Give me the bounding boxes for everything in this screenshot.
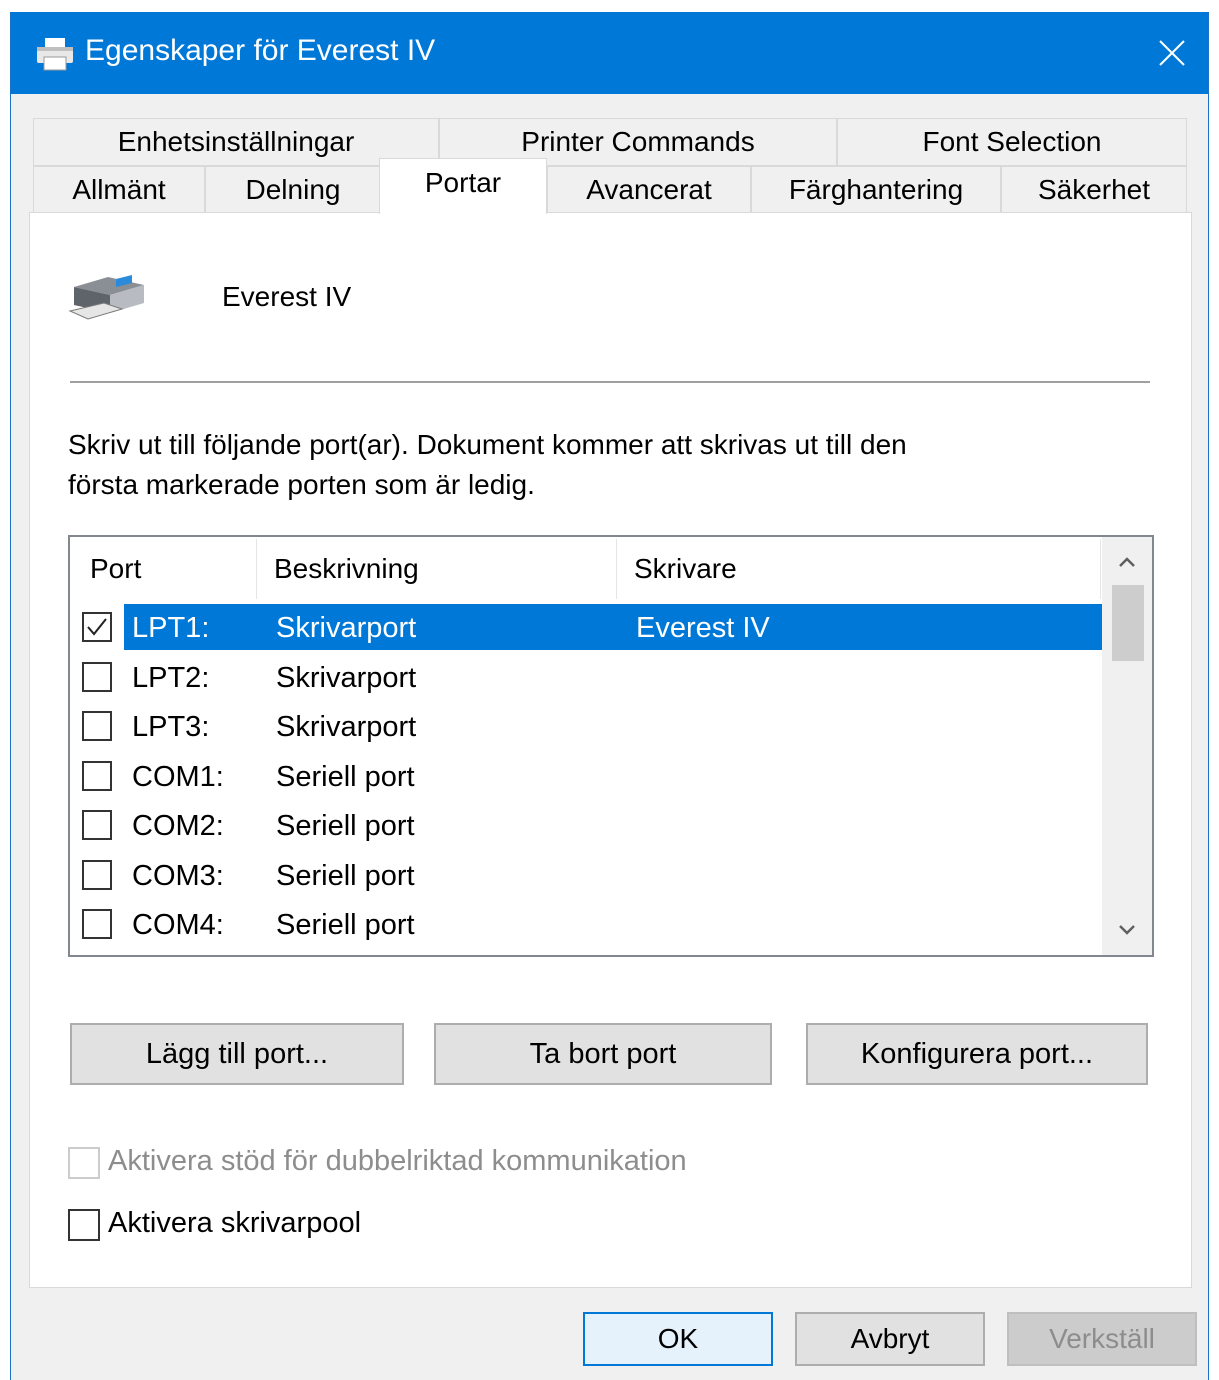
port-checkbox-lpt2[interactable] [82, 662, 112, 692]
port-description: Skriv ut till följande port(ar). Dokumen… [68, 425, 1128, 505]
port-description-cell: Seriell port [276, 859, 415, 892]
bidirectional-checkbox[interactable] [68, 1147, 100, 1179]
tab-sakerhet[interactable]: Säkerhet [1001, 166, 1187, 214]
checkmark-icon [87, 618, 107, 636]
port-row-lpt2[interactable]: LPT2: Skrivarport [70, 653, 1100, 703]
scroll-down-button[interactable] [1102, 905, 1152, 955]
printer-pool-label: Aktivera skrivarpool [108, 1207, 362, 1239]
column-header-port[interactable]: Port [90, 537, 256, 601]
printer-pool-checkbox[interactable] [68, 1209, 100, 1241]
tab-font-selection[interactable]: Font Selection [837, 118, 1187, 166]
port-checkbox-lpt1[interactable] [82, 612, 112, 642]
configure-port-button[interactable]: Konfigurera port... [806, 1023, 1148, 1085]
port-row-com4[interactable]: COM4: Seriell port [70, 900, 1100, 950]
chevron-down-icon [1119, 925, 1135, 935]
port-description-cell: Skrivarport [276, 710, 417, 743]
port-name: LPT2: [132, 661, 210, 694]
column-divider[interactable] [616, 539, 617, 599]
tab-delning[interactable]: Delning [205, 166, 381, 214]
port-checkbox-com3[interactable] [82, 860, 112, 890]
tab-avancerat[interactable]: Avancerat [547, 166, 751, 214]
port-row-com2[interactable]: COM2: Seriell port [70, 801, 1100, 851]
port-printer-cell: Everest IV [636, 611, 770, 644]
port-checkbox-lpt3[interactable] [82, 711, 112, 741]
port-list[interactable]: Port Beskrivning Skrivare LPT1: Skrivarp… [68, 535, 1154, 957]
description-line-2: första markerade porten som är ledig. [68, 469, 535, 500]
port-row-com3[interactable]: COM3: Seriell port [70, 851, 1100, 901]
port-checkbox-com4[interactable] [82, 909, 112, 939]
window-title: Egenskaper för Everest IV [85, 34, 436, 67]
separator [70, 381, 1150, 383]
port-name: LPT3: [132, 710, 210, 743]
tab-allmant[interactable]: Allmänt [33, 166, 205, 214]
tab-portar[interactable]: Portar [379, 158, 547, 214]
scroll-up-button[interactable] [1102, 537, 1152, 587]
cancel-button[interactable]: Avbryt [795, 1312, 985, 1366]
bidirectional-label: Aktivera stöd för dubbelriktad kommunika… [108, 1145, 687, 1177]
column-header-beskrivning[interactable]: Beskrivning [274, 537, 614, 601]
port-row-com1[interactable]: COM1: Seriell port [70, 752, 1100, 802]
port-name: COM4: [132, 908, 224, 941]
vertical-scrollbar[interactable] [1102, 537, 1152, 955]
tab-fargehantering[interactable]: Färghantering [751, 166, 1001, 214]
column-header-skrivare[interactable]: Skrivare [634, 537, 1094, 601]
remove-port-button[interactable]: Ta bort port [434, 1023, 772, 1085]
properties-dialog: Egenskaper för Everest IV Enhetsinställn… [10, 12, 1209, 1380]
printer-title-icon [37, 38, 73, 71]
port-description-cell: Seriell port [276, 760, 415, 793]
close-button[interactable] [1136, 12, 1208, 94]
chevron-up-icon [1119, 557, 1135, 567]
ok-button[interactable]: OK [583, 1312, 773, 1366]
port-checkbox-com2[interactable] [82, 810, 112, 840]
scroll-thumb[interactable] [1112, 585, 1144, 661]
port-name: LPT1: [132, 611, 210, 644]
column-divider[interactable] [1100, 539, 1101, 599]
printer-name: Everest IV [222, 281, 352, 312]
port-name: COM2: [132, 809, 224, 842]
apply-button[interactable]: Verkställ [1007, 1312, 1197, 1366]
port-row-lpt3[interactable]: LPT3: Skrivarport [70, 702, 1100, 752]
port-row-lpt1[interactable]: LPT1: Skrivarport Everest IV [70, 603, 1102, 653]
description-line-1: Skriv ut till följande port(ar). Dokumen… [68, 429, 907, 460]
column-divider[interactable] [256, 539, 257, 599]
close-icon [1159, 40, 1185, 66]
port-name: COM3: [132, 859, 224, 892]
selection-highlight [124, 604, 1102, 650]
printer-icon [68, 275, 144, 320]
tab-panel-portar: Everest IV Skriv ut till följande port(a… [29, 212, 1192, 1288]
port-description-cell: Seriell port [276, 809, 415, 842]
port-checkbox-com1[interactable] [82, 761, 112, 791]
port-description-cell: Skrivarport [276, 661, 417, 694]
port-name: COM1: [132, 760, 224, 793]
port-description-cell: Seriell port [276, 908, 415, 941]
title-bar: Egenskaper för Everest IV [11, 12, 1208, 94]
add-port-button[interactable]: Lägg till port... [70, 1023, 404, 1085]
port-description-cell: Skrivarport [276, 611, 417, 644]
